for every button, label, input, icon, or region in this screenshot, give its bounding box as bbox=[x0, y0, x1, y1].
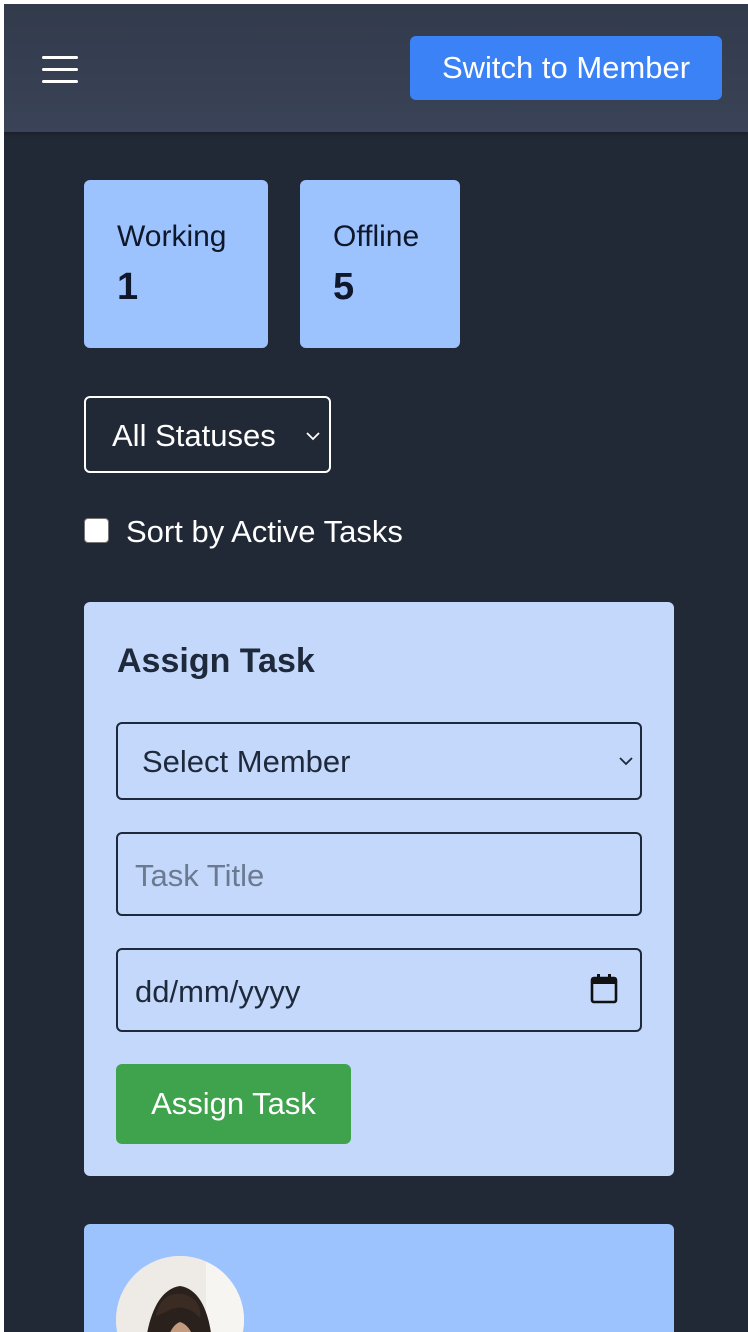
member-avatar-photo bbox=[116, 1256, 244, 1332]
sort-checkbox-label: Sort by Active Tasks bbox=[126, 514, 403, 549]
calendar-icon[interactable] bbox=[590, 974, 618, 1004]
app-root: Switch to Member Working 1 Offline 5 All… bbox=[4, 4, 748, 1332]
stat-card-working: Working 1 bbox=[84, 180, 268, 348]
status-filter-value: All Statuses bbox=[112, 418, 276, 453]
chevron-down-icon bbox=[619, 757, 633, 766]
switch-to-member-button[interactable]: Switch to Member bbox=[410, 36, 722, 100]
assign-task-panel: Assign Task Select Member Task Title dd/… bbox=[84, 602, 674, 1176]
stat-value: 5 bbox=[333, 266, 355, 308]
assign-task-button[interactable]: Assign Task bbox=[116, 1064, 351, 1144]
stat-card-offline: Offline 5 bbox=[300, 180, 460, 348]
member-select-value: Select Member bbox=[142, 744, 351, 779]
status-filter-select[interactable]: All Statuses bbox=[84, 396, 331, 473]
task-title-input[interactable]: Task Title bbox=[116, 832, 642, 916]
sort-active-tasks-checkbox[interactable] bbox=[84, 518, 109, 543]
due-date-placeholder: dd/mm/yyyy bbox=[135, 974, 301, 1009]
stat-label: Working bbox=[117, 220, 227, 253]
stat-value: 1 bbox=[117, 266, 139, 308]
member-select[interactable]: Select Member bbox=[116, 722, 642, 800]
hamburger-menu-icon[interactable] bbox=[40, 54, 80, 84]
chevron-down-icon bbox=[306, 432, 320, 441]
avatar bbox=[116, 1256, 244, 1332]
due-date-input[interactable]: dd/mm/yyyy bbox=[116, 948, 642, 1032]
member-card bbox=[84, 1224, 674, 1332]
sort-by-active-tasks-row: Sort by Active Tasks bbox=[84, 514, 504, 558]
task-title-placeholder: Task Title bbox=[135, 858, 265, 893]
stat-label: Offline bbox=[333, 220, 420, 253]
top-navbar: Switch to Member bbox=[4, 4, 748, 132]
assign-task-heading: Assign Task bbox=[117, 642, 315, 680]
